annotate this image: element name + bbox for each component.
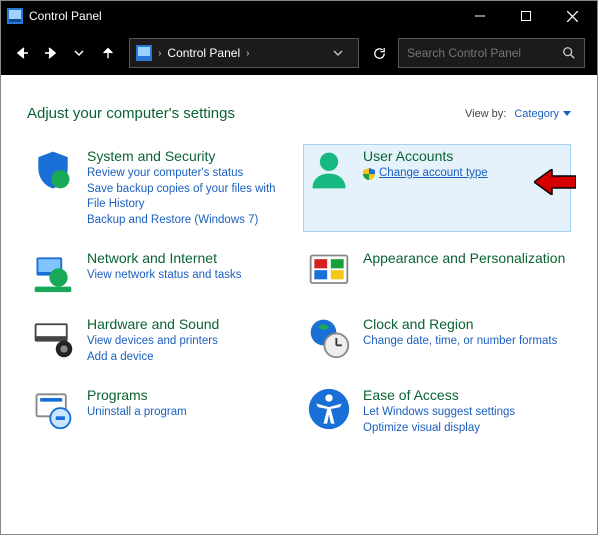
window: Control Panel › xyxy=(0,0,598,535)
view-by-dropdown[interactable]: Category xyxy=(514,108,571,120)
titlebar: Control Panel xyxy=(1,1,597,31)
navbar: › Control Panel › xyxy=(1,31,597,75)
link-backup-restore[interactable]: Backup and Restore (Windows 7) xyxy=(87,213,291,229)
category-title[interactable]: Ease of Access xyxy=(363,387,515,403)
link-add-device[interactable]: Add a device xyxy=(87,350,219,366)
category-appearance-and-personalization[interactable]: Appearance and Personalization xyxy=(303,246,571,298)
maximize-button[interactable] xyxy=(503,1,549,31)
link-devices-printers[interactable]: View devices and printers xyxy=(87,334,219,350)
address-bar[interactable]: › Control Panel › xyxy=(129,38,359,68)
page-title: Adjust your computer's settings xyxy=(27,105,235,122)
category-ease-of-access[interactable]: Ease of Access Let Windows suggest setti… xyxy=(303,383,571,440)
category-title[interactable]: User Accounts xyxy=(363,148,488,164)
up-button[interactable] xyxy=(95,36,122,70)
minimize-button[interactable] xyxy=(457,1,503,31)
category-title[interactable]: Clock and Region xyxy=(363,316,557,332)
clock-icon xyxy=(307,316,351,360)
breadcrumb[interactable]: › Control Panel › xyxy=(158,46,249,60)
window-title: Control Panel xyxy=(29,9,102,23)
uac-shield-icon xyxy=(363,168,375,180)
breadcrumb-root[interactable]: Control Panel xyxy=(167,46,240,60)
content-header: Adjust your computer's settings View by:… xyxy=(27,105,571,122)
back-button[interactable] xyxy=(9,36,36,70)
link-optimize-display[interactable]: Optimize visual display xyxy=(363,421,515,437)
address-history-button[interactable] xyxy=(324,38,352,68)
control-panel-icon xyxy=(7,8,23,24)
network-icon xyxy=(31,250,75,294)
close-button[interactable] xyxy=(549,1,595,31)
category-system-and-security[interactable]: System and Security Review your computer… xyxy=(27,144,295,232)
view-by-control: View by: Category xyxy=(465,108,571,120)
chevron-right-icon: › xyxy=(158,48,161,59)
category-title[interactable]: Hardware and Sound xyxy=(87,316,219,332)
category-user-accounts[interactable]: User Accounts Change account type xyxy=(303,144,571,232)
search-box[interactable] xyxy=(398,38,585,68)
category-title[interactable]: Programs xyxy=(87,387,187,403)
search-icon xyxy=(562,46,576,60)
link-uninstall-program[interactable]: Uninstall a program xyxy=(87,405,187,421)
category-network-and-internet[interactable]: Network and Internet View network status… xyxy=(27,246,295,298)
arrow-callout-icon xyxy=(534,169,576,195)
appearance-icon xyxy=(307,250,351,294)
link-text: Change account type xyxy=(379,166,488,182)
link-review-status[interactable]: Review your computer's status xyxy=(87,166,291,182)
refresh-button[interactable] xyxy=(367,38,392,68)
category-title[interactable]: System and Security xyxy=(87,148,291,164)
link-network-status[interactable]: View network status and tasks xyxy=(87,268,241,284)
category-clock-and-region[interactable]: Clock and Region Change date, time, or n… xyxy=(303,312,571,369)
control-panel-icon xyxy=(136,45,152,61)
forward-button[interactable] xyxy=(38,36,65,70)
search-input[interactable] xyxy=(407,46,562,60)
category-grid: System and Security Review your computer… xyxy=(27,144,571,440)
category-hardware-and-sound[interactable]: Hardware and Sound View devices and prin… xyxy=(27,312,295,369)
user-icon xyxy=(307,148,351,192)
accessibility-icon xyxy=(307,387,351,431)
view-by-value: Category xyxy=(514,108,559,120)
chevron-down-icon xyxy=(563,111,571,117)
content-area: Adjust your computer's settings View by:… xyxy=(1,75,597,534)
link-suggest-settings[interactable]: Let Windows suggest settings xyxy=(363,405,515,421)
hardware-icon xyxy=(31,316,75,360)
category-title[interactable]: Appearance and Personalization xyxy=(363,250,565,266)
programs-icon xyxy=(31,387,75,431)
view-by-label: View by: xyxy=(465,108,506,120)
link-file-history[interactable]: Save backup copies of your files with Fi… xyxy=(87,182,291,213)
link-date-time-formats[interactable]: Change date, time, or number formats xyxy=(363,334,557,350)
link-change-account-type[interactable]: Change account type xyxy=(363,166,488,182)
shield-icon xyxy=(31,148,75,192)
category-title[interactable]: Network and Internet xyxy=(87,250,241,266)
chevron-right-icon: › xyxy=(246,48,249,59)
recent-locations-button[interactable] xyxy=(66,36,93,70)
category-programs[interactable]: Programs Uninstall a program xyxy=(27,383,295,440)
